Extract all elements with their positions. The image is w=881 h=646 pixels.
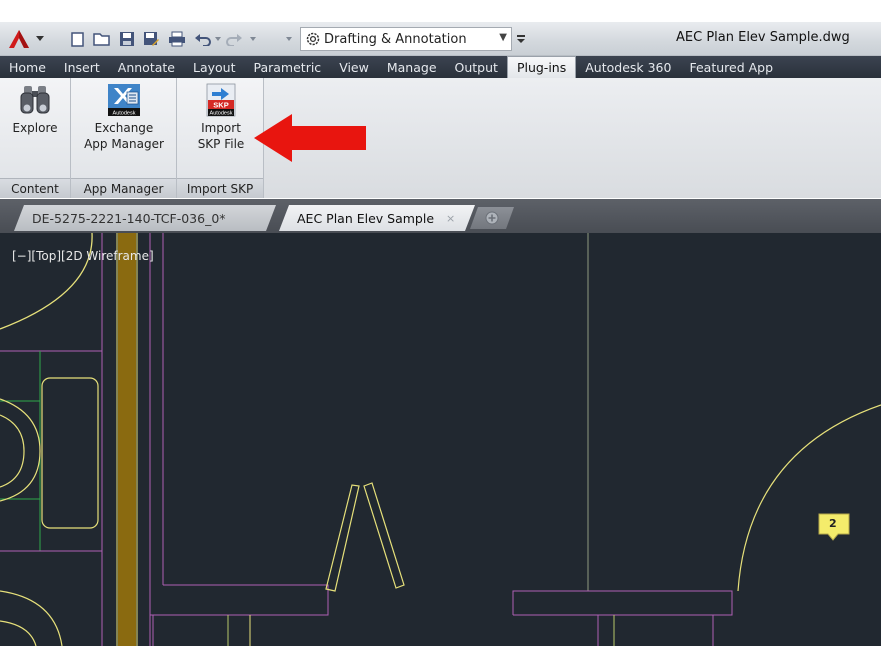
tab-autodesk-360[interactable]: Autodesk 360 <box>576 56 680 78</box>
document-title: AEC Plan Elev Sample.dwg <box>676 30 850 45</box>
autodesk-badge-label: Autodesk <box>210 111 233 117</box>
gear-icon <box>306 32 320 46</box>
undo-dropdown-icon[interactable] <box>213 29 223 49</box>
exchange-app-manager-button[interactable]: Autodesk Exchange App Manager <box>77 82 171 152</box>
file-tab-bar: DE-5275-2221-140-TCF-036_0* AEC Plan Ele… <box>0 199 881 233</box>
app-manager-label: App Manager <box>84 137 164 151</box>
plus-icon <box>484 210 500 226</box>
panel-app-manager-title: App Manager <box>71 178 176 198</box>
tab-annotate[interactable]: Annotate <box>109 56 184 78</box>
panel-import-skp: SKP Autodesk Import SKP File Import SKP <box>177 78 264 198</box>
save-icon[interactable] <box>117 29 137 49</box>
panel-import-skp-title: Import SKP <box>177 178 263 198</box>
exchange-app-icon: Autodesk <box>108 84 140 117</box>
explore-button[interactable]: Explore <box>4 82 66 136</box>
tab-view[interactable]: View <box>330 56 378 78</box>
undo-icon[interactable] <box>193 29 213 49</box>
drawing-geometry <box>0 233 881 646</box>
file-tab-label: AEC Plan Elev Sample <box>297 210 435 226</box>
redo-dropdown-icon[interactable] <box>248 29 258 49</box>
ribbon: Explore Content Autodesk Exchange App Ma… <box>0 78 881 198</box>
tab-plug-ins[interactable]: Plug-ins <box>506 56 577 78</box>
explore-label: Explore <box>12 121 58 135</box>
tab-insert[interactable]: Insert <box>55 56 109 78</box>
tab-home[interactable]: Home <box>0 56 55 78</box>
import-label: Import <box>201 121 241 135</box>
new-tab-button[interactable] <box>470 207 514 229</box>
workspace-dropdown[interactable]: Drafting & Annotation ▼ <box>300 27 512 51</box>
panel-app-manager: Autodesk Exchange App Manager App Manage… <box>71 78 177 198</box>
app-menu-caret-icon[interactable] <box>34 29 46 49</box>
tab-manage[interactable]: Manage <box>378 56 446 78</box>
panel-content: Explore Content <box>0 78 71 198</box>
redo-icon[interactable] <box>224 29 244 49</box>
workspace-label: Drafting & Annotation <box>324 31 467 47</box>
marker-label[interactable]: 2 <box>829 517 837 530</box>
file-tab-label: DE-5275-2221-140-TCF-036_0* <box>32 210 226 226</box>
file-tab-aec-plan-elev-sample[interactable]: AEC Plan Elev Sample × <box>279 205 475 231</box>
file-tab-de-5275[interactable]: DE-5275-2221-140-TCF-036_0* <box>14 205 276 231</box>
exchange-label: Exchange <box>94 121 154 135</box>
drawing-canvas[interactable]: [−][Top][2D Wireframe] 2 <box>0 233 881 646</box>
tab-parametric[interactable]: Parametric <box>244 56 330 78</box>
tab-layout[interactable]: Layout <box>184 56 245 78</box>
tab-featured-apps[interactable]: Featured App <box>680 56 782 78</box>
tab-output[interactable]: Output <box>446 56 507 78</box>
quick-access-customize-icon[interactable] <box>514 29 528 49</box>
skp-badge-label: SKP <box>213 101 228 110</box>
skp-import-icon: SKP Autodesk <box>206 83 236 117</box>
autocad-logo-icon[interactable] <box>8 28 30 50</box>
red-arrow-annotation-icon <box>254 114 366 162</box>
close-icon[interactable]: × <box>446 212 455 225</box>
viewport-controls-label[interactable]: [−][Top][2D Wireframe] <box>12 249 154 263</box>
skp-file-label: SKP File <box>197 137 245 151</box>
binoculars-icon <box>20 86 50 114</box>
workspace-separator-dropdown-icon[interactable] <box>284 29 294 49</box>
ribbon-tab-bar: Home Insert Annotate Layout Parametric V… <box>0 56 881 78</box>
autodesk-badge-label: Autodesk <box>113 111 136 117</box>
new-icon[interactable] <box>68 29 88 49</box>
panel-content-title: Content <box>0 178 70 198</box>
chevron-down-icon: ▼ <box>499 32 507 43</box>
save-as-icon[interactable] <box>141 29 161 49</box>
title-bar: Drafting & Annotation ▼ AEC Plan Elev Sa… <box>0 22 881 56</box>
plot-icon[interactable] <box>166 29 188 49</box>
open-icon[interactable] <box>92 29 112 49</box>
import-skp-file-button[interactable]: SKP Autodesk Import SKP File <box>185 82 257 152</box>
